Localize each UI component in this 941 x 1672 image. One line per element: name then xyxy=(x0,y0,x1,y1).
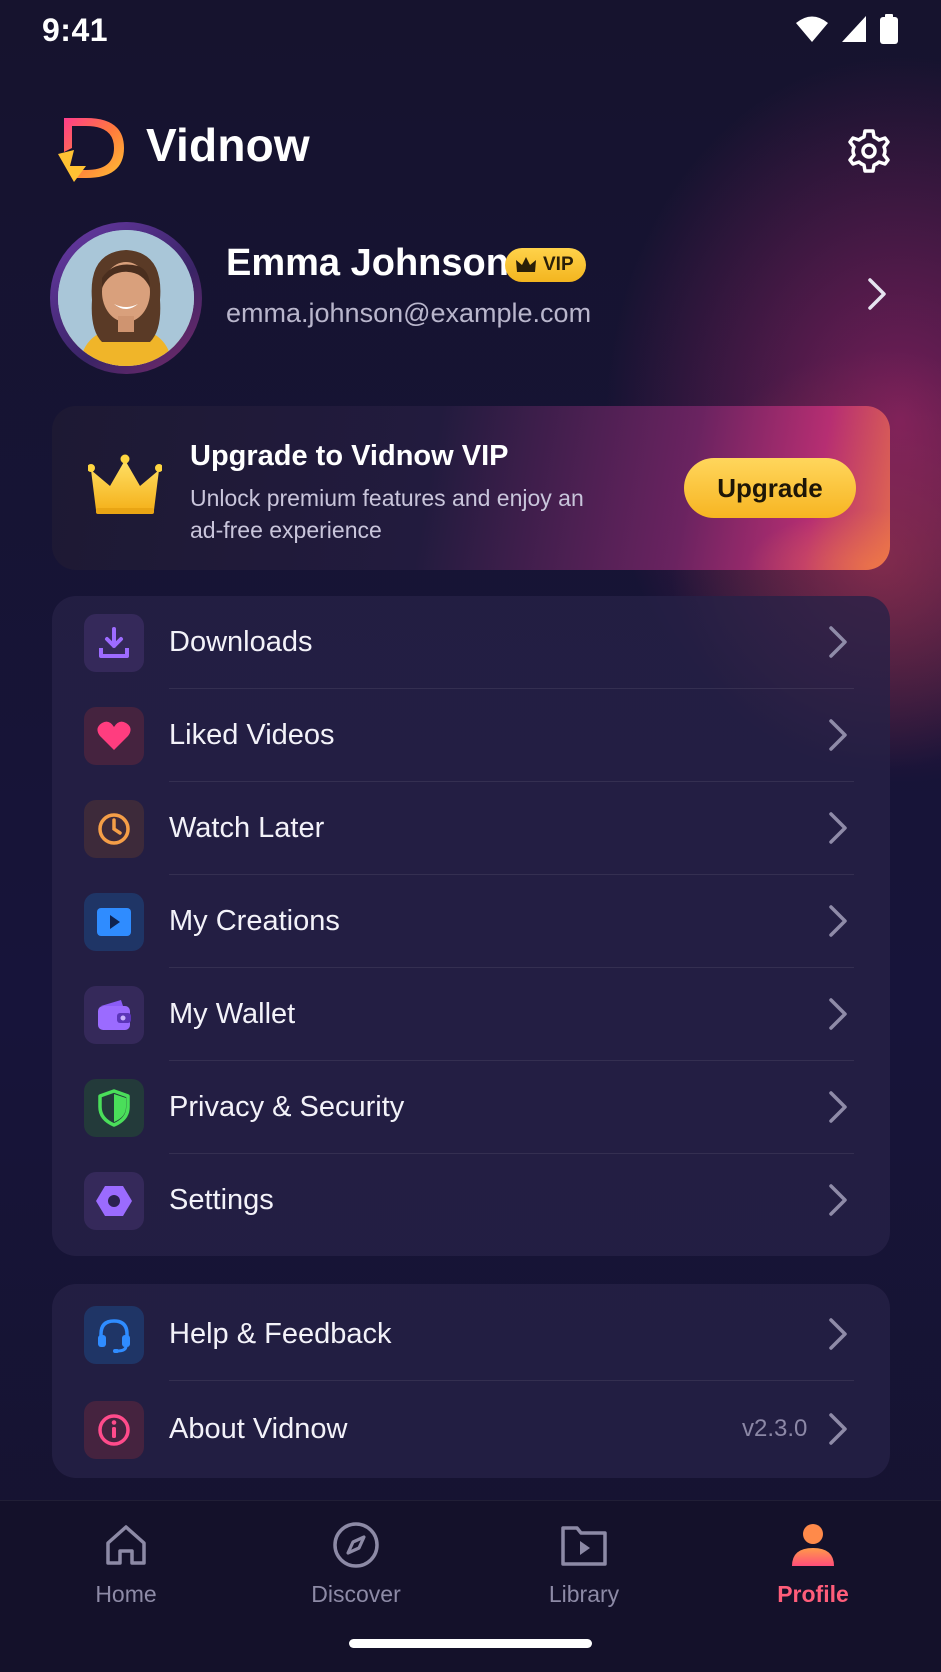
battery-icon xyxy=(880,14,898,44)
profile-name: Emma Johnson xyxy=(226,242,509,284)
menu-item-privacy-security[interactable]: Privacy & Security xyxy=(52,1061,890,1154)
menu-item-label: Privacy & Security xyxy=(169,1091,405,1123)
person-icon xyxy=(785,1517,841,1573)
menu-item-liked-videos[interactable]: Liked Videos xyxy=(52,689,890,782)
app-version: v2.3.0 xyxy=(742,1415,808,1442)
menu-item-label: Liked Videos xyxy=(169,719,335,751)
crown-icon xyxy=(88,454,162,514)
menu-item-my-wallet[interactable]: My Wallet xyxy=(52,968,890,1061)
chevron-right-icon xyxy=(829,1318,847,1350)
wifi-icon xyxy=(796,16,828,42)
play-icon xyxy=(84,893,144,951)
profile-screen: 9:41 Vidnow Emma Johnson VIP emma.johnso… xyxy=(0,0,941,1672)
status-icons xyxy=(795,14,899,44)
upgrade-vip-card[interactable]: Upgrade to Vidnow VIP Unlock premium fea… xyxy=(52,406,890,570)
menu-item-watch-later[interactable]: Watch Later xyxy=(52,782,890,875)
status-bar: 9:41 xyxy=(0,0,941,60)
chevron-right-icon xyxy=(829,1091,847,1123)
chevron-right-icon xyxy=(829,626,847,658)
menu-item-my-creations[interactable]: My Creations xyxy=(52,875,890,968)
cellular-signal-icon xyxy=(842,16,866,42)
vip-badge-label: VIP xyxy=(543,254,574,275)
menu-item-label: My Creations xyxy=(169,905,340,937)
info-icon xyxy=(84,1401,144,1459)
headset-icon xyxy=(84,1306,144,1364)
chevron-right-icon xyxy=(829,905,847,937)
divider xyxy=(169,1380,854,1381)
download-icon xyxy=(84,614,144,672)
chevron-right-icon xyxy=(829,719,847,751)
app-name: Vidnow xyxy=(146,119,310,171)
wallet-icon xyxy=(84,986,144,1044)
home-icon xyxy=(98,1517,154,1573)
nav-label: Discover xyxy=(311,1581,401,1607)
crown-icon xyxy=(516,257,536,272)
menu-card-secondary: Help & Feedback About Vidnow v2.3.0 xyxy=(52,1284,890,1478)
nav-label: Home xyxy=(95,1581,157,1607)
vidnow-logo-icon xyxy=(58,118,124,182)
settings-gear-button[interactable] xyxy=(842,124,896,178)
menu-item-about-vidnow[interactable]: About Vidnow v2.3.0 xyxy=(52,1383,890,1476)
clock-icon xyxy=(84,800,144,858)
chevron-right-icon xyxy=(829,812,847,844)
menu-item-label: Watch Later xyxy=(169,812,325,844)
profile-email: emma.johnson@example.com xyxy=(226,298,592,328)
menu-item-settings[interactable]: Settings xyxy=(52,1154,890,1247)
upgrade-description: Unlock premium features and enjoy an ad-… xyxy=(190,485,584,543)
gear-icon xyxy=(848,129,890,173)
menu-item-label: About Vidnow xyxy=(169,1413,348,1445)
menu-item-label: My Wallet xyxy=(169,998,296,1030)
menu-card-primary: Downloads Liked Videos Watch Later My Cr… xyxy=(52,596,890,1256)
home-indicator xyxy=(349,1639,592,1648)
nav-profile[interactable]: Profile xyxy=(733,1517,893,1627)
menu-item-downloads[interactable]: Downloads xyxy=(52,596,890,689)
menu-item-label: Settings xyxy=(169,1184,274,1216)
menu-item-label: Downloads xyxy=(169,626,313,658)
menu-item-label: Help & Feedback xyxy=(169,1318,392,1350)
status-time: 9:41 xyxy=(42,12,109,48)
nav-home[interactable]: Home xyxy=(46,1517,206,1627)
avatar-photo xyxy=(58,230,194,366)
menu-item-help-feedback[interactable]: Help & Feedback xyxy=(52,1288,890,1381)
vip-badge: VIP xyxy=(505,248,586,282)
heart-icon xyxy=(84,707,144,765)
chevron-right-icon xyxy=(829,998,847,1030)
hexagon-gear-icon xyxy=(84,1172,144,1230)
nav-label: Library xyxy=(548,1581,620,1607)
compass-icon xyxy=(328,1517,384,1573)
shield-icon xyxy=(84,1079,144,1137)
folder-play-icon xyxy=(556,1517,612,1573)
nav-library[interactable]: Library xyxy=(504,1517,664,1627)
upgrade-title: Upgrade to Vidnow VIP xyxy=(190,440,509,472)
nav-label: Profile xyxy=(777,1581,849,1607)
chevron-right-icon xyxy=(829,1184,847,1216)
chevron-right-icon xyxy=(829,1413,847,1445)
profile-chevron-right-icon[interactable] xyxy=(862,274,892,314)
bottom-navigation: Home Discover Library Profile xyxy=(0,1500,941,1672)
nav-discover[interactable]: Discover xyxy=(276,1517,436,1627)
upgrade-button[interactable]: Upgrade xyxy=(684,458,856,518)
avatar[interactable] xyxy=(50,222,202,374)
